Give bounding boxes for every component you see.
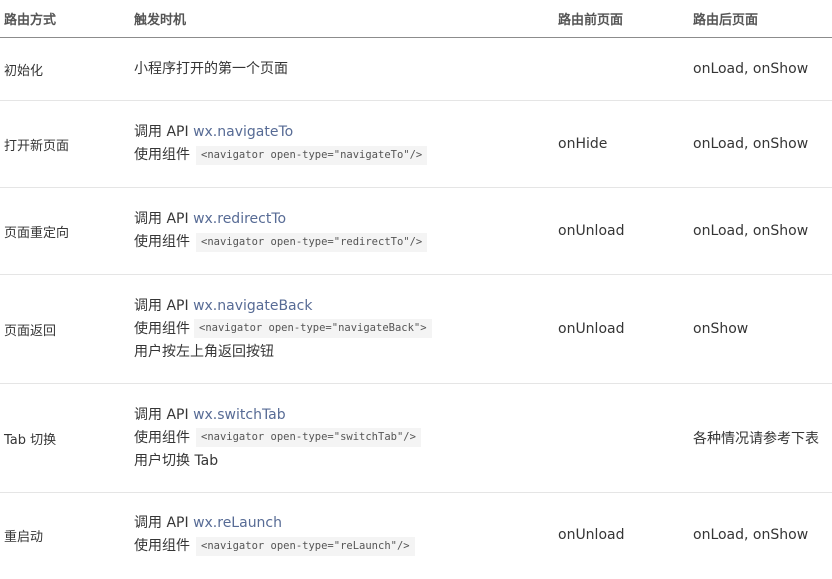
api-prefix: 调用 API xyxy=(134,406,194,423)
trigger-cell: 小程序打开的第一个页面 xyxy=(130,37,554,101)
page-after-cell: onLoad, onShow xyxy=(689,100,832,188)
component-trigger-line: 使用组件 <navigator open-type="navigateBack"> xyxy=(134,318,554,341)
trigger-cell: 调用 API wx.navigateTo 使用组件 <navigator open… xyxy=(130,100,554,188)
page-before-hooks: onUnload xyxy=(558,223,625,239)
page-before-cell: onHide xyxy=(554,100,689,188)
trigger-cell: 调用 API wx.switchTab 使用组件 <navigator open-… xyxy=(130,383,554,493)
page-after-hooks: onLoad, onShow xyxy=(693,61,809,77)
page-after-hooks: onShow xyxy=(693,321,749,337)
trigger-text: 用户切换 Tab xyxy=(134,452,219,469)
route-method-cell: 页面返回 xyxy=(0,274,130,384)
header-route-method: 路由方式 xyxy=(0,0,130,38)
route-method-cell: 重启动 xyxy=(4,529,44,545)
api-link-redirectTo[interactable]: wx.redirectTo xyxy=(193,211,286,227)
component-prefix: 使用组件 xyxy=(134,320,190,337)
api-link-reLaunch[interactable]: wx.reLaunch xyxy=(193,515,282,531)
page-before-hooks: onUnload xyxy=(558,527,625,543)
component-trigger-line: 使用组件 <navigator open-type="redirectTo"/> xyxy=(134,231,554,254)
table-row: 打开新页面 调用 API wx.navigateTo 使用组件 <navigato… xyxy=(0,100,832,188)
api-prefix: 调用 API xyxy=(134,515,194,531)
page-after-hooks: onLoad, onShow xyxy=(693,527,809,543)
page-after-cell: onLoad, onShow xyxy=(689,37,832,101)
api-trigger-line: 调用 API wx.reLaunch xyxy=(134,512,554,535)
page-after-hooks: onLoad, onShow xyxy=(693,136,809,152)
component-trigger-line: 使用组件 <navigator open-type="switchTab"/> xyxy=(134,427,554,450)
page-after-hooks: 各种情况请参考下表 xyxy=(693,431,819,447)
page-before-hooks: onHide xyxy=(558,136,608,152)
api-prefix: 调用 API xyxy=(134,211,194,227)
api-prefix: 调用 API xyxy=(134,124,194,140)
table-row: 初始化 小程序打开的第一个页面 onLoad, onShow xyxy=(0,37,832,101)
trigger-cell: 调用 API wx.redirectTo 使用组件 <navigator open… xyxy=(130,187,554,275)
code-snippet: <navigator open-type="reLaunch"/> xyxy=(196,536,415,556)
table-row: 页面重定向 调用 API wx.redirectTo 使用组件 <navigato… xyxy=(0,187,832,275)
route-method-cell: Tab 切换 xyxy=(0,383,130,493)
route-method-cell: 页面重定向 xyxy=(0,187,130,275)
page-after-hooks: onLoad, onShow xyxy=(693,223,809,239)
component-prefix: 使用组件 xyxy=(134,538,190,554)
page-after-cell: onLoad, onShow xyxy=(689,493,832,578)
header-trigger-timing: 触发时机 xyxy=(130,0,554,38)
api-trigger-line: 调用 API wx.navigateBack xyxy=(134,295,554,318)
table-row: 重启动 调用 API wx.reLaunch 使用组件 <navigator op… xyxy=(0,493,832,578)
route-method-cell: 打开新页面 xyxy=(0,100,130,188)
page-before-cell xyxy=(554,37,689,101)
code-snippet: <navigator open-type="navigateBack"> xyxy=(194,319,432,338)
table-header: 路由方式 触发时机 路由前页面 路由后页面 xyxy=(0,0,832,38)
route-table: 路由方式 触发时机 路由前页面 路由后页面 初始化 小程序打开的第一个页面 on… xyxy=(0,0,832,577)
header-page-after: 路由后页面 xyxy=(689,0,832,38)
trigger-cell: 调用 API wx.navigateBack 使用组件 <navigator op… xyxy=(130,274,554,384)
page-before-hooks: onUnload xyxy=(558,321,625,337)
api-prefix: 调用 API xyxy=(134,297,194,314)
page-before-cell: onUnload xyxy=(554,274,689,384)
api-trigger-line: 调用 API wx.navigateTo xyxy=(134,121,554,144)
api-trigger-line: 调用 API wx.switchTab xyxy=(134,404,554,427)
api-link-navigateBack[interactable]: wx.navigateBack xyxy=(193,298,312,314)
component-trigger-line: 使用组件 <navigator open-type="navigateTo"/> xyxy=(134,144,554,167)
table-body: 初始化 小程序打开的第一个页面 onLoad, onShow 打开新页面 调用 … xyxy=(0,37,832,578)
component-prefix: 使用组件 xyxy=(134,147,190,163)
component-prefix: 使用组件 xyxy=(134,234,190,250)
api-link-switchTab[interactable]: wx.switchTab xyxy=(193,407,286,423)
header-row: 路由方式 触发时机 路由前页面 路由后页面 xyxy=(0,0,832,38)
header-page-before: 路由前页面 xyxy=(554,0,689,38)
table-row: 页面返回 调用 API wx.navigateBack 使用组件 <navigat… xyxy=(0,274,832,384)
page-after-cell: onLoad, onShow xyxy=(689,187,832,275)
code-snippet: <navigator open-type="navigateTo"/> xyxy=(196,145,428,165)
page-before-cell: onUnload xyxy=(554,187,689,275)
route-method-cell: 初始化 xyxy=(0,37,130,101)
api-link-navigateTo[interactable]: wx.navigateTo xyxy=(193,124,293,140)
code-snippet: <navigator open-type="redirectTo"/> xyxy=(196,232,428,252)
component-prefix: 使用组件 xyxy=(134,429,190,446)
page-before-cell xyxy=(554,383,689,493)
trigger-text: 小程序打开的第一个页面 xyxy=(134,60,288,77)
trigger-text: 用户按左上角返回按钮 xyxy=(134,343,274,360)
code-snippet: <navigator open-type="switchTab"/> xyxy=(196,428,421,447)
page-before-cell: onUnload xyxy=(554,493,689,578)
component-trigger-line: 使用组件 <navigator open-type="reLaunch"/> xyxy=(134,535,554,558)
trigger-cell: 调用 API wx.reLaunch 使用组件 <navigator open-t… xyxy=(130,493,554,578)
page-after-cell: onShow xyxy=(689,274,832,384)
page-after-cell: 各种情况请参考下表 xyxy=(689,383,832,493)
table-row: Tab 切换 调用 API wx.switchTab 使用组件 <navigato… xyxy=(0,383,832,493)
api-trigger-line: 调用 API wx.redirectTo xyxy=(134,208,554,231)
